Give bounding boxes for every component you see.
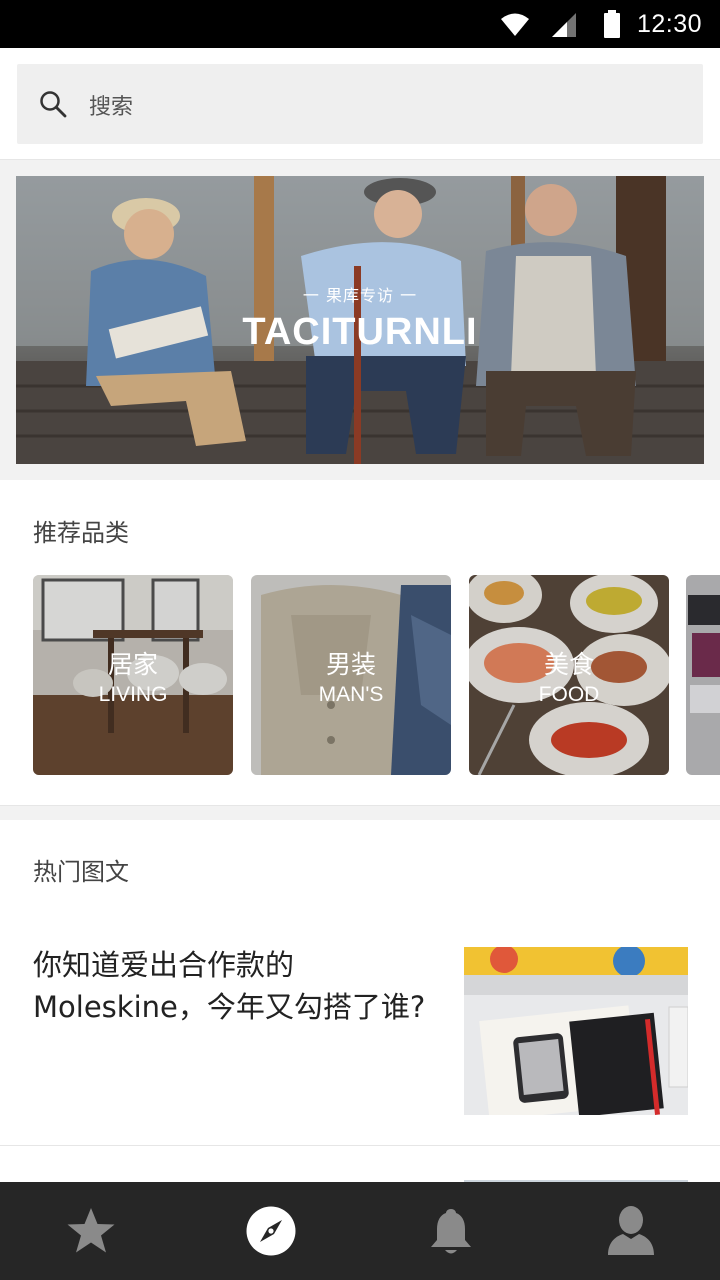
hot-articles: 热门图文 你知道爱出合作款的 Moleskine，今年又勾搭了谁?	[0, 820, 720, 1182]
category-cn: 居家	[107, 650, 158, 679]
category-card-mans[interactable]: 男装 MAN'S	[251, 575, 451, 775]
recommended-categories: 推荐品类 居家 LIVING 男装 MAN'S 美食 FOOD	[0, 480, 720, 806]
featured-banner[interactable]: 一 果库专访 一 TACITURNLI	[16, 176, 704, 464]
search-area: 搜索	[0, 48, 720, 160]
category-card-living[interactable]: 居家 LIVING	[33, 575, 233, 775]
category-cn: 男装	[325, 650, 376, 679]
banner-tag: 一 果库专访 一	[302, 286, 418, 305]
battery-icon	[604, 10, 620, 38]
search-input[interactable]: 搜索	[17, 64, 703, 144]
section-title: 推荐品类	[33, 519, 129, 547]
tab-discover[interactable]	[180, 1182, 360, 1280]
bell-icon	[431, 1209, 471, 1254]
bottom-tab-bar	[0, 1182, 720, 1280]
tab-notifications[interactable]	[360, 1182, 540, 1280]
compass-icon	[246, 1206, 296, 1256]
tab-profile[interactable]	[540, 1182, 720, 1280]
next-category-image	[686, 575, 720, 775]
article-item[interactable]: 你知道爱出合作款的 Moleskine，今年又勾搭了谁?	[0, 930, 720, 1146]
tab-favorites[interactable]	[0, 1182, 180, 1280]
clock: 12:30	[636, 10, 702, 38]
category-card-food[interactable]: 美食 FOOD	[469, 575, 669, 775]
wifi-icon	[501, 13, 529, 36]
article-thumbnail	[464, 947, 688, 1115]
category-en: MAN'S	[318, 683, 384, 706]
category-card-next[interactable]	[686, 575, 720, 775]
search-placeholder: 搜索	[89, 95, 134, 120]
section-title: 热门图文	[33, 858, 129, 886]
category-cn: 美食	[543, 650, 594, 679]
article-title: 你知道爱出合作款的 Moleskine，今年又勾搭了谁?	[33, 948, 426, 1024]
signal-icon	[552, 13, 576, 37]
user-icon	[608, 1206, 654, 1255]
star-icon	[67, 1208, 115, 1253]
category-en: FOOD	[538, 683, 600, 706]
search-icon	[40, 91, 67, 118]
category-en: LIVING	[98, 683, 168, 706]
banner-title: TACITURNLI	[242, 311, 478, 353]
status-bar: 12:30	[0, 0, 720, 48]
